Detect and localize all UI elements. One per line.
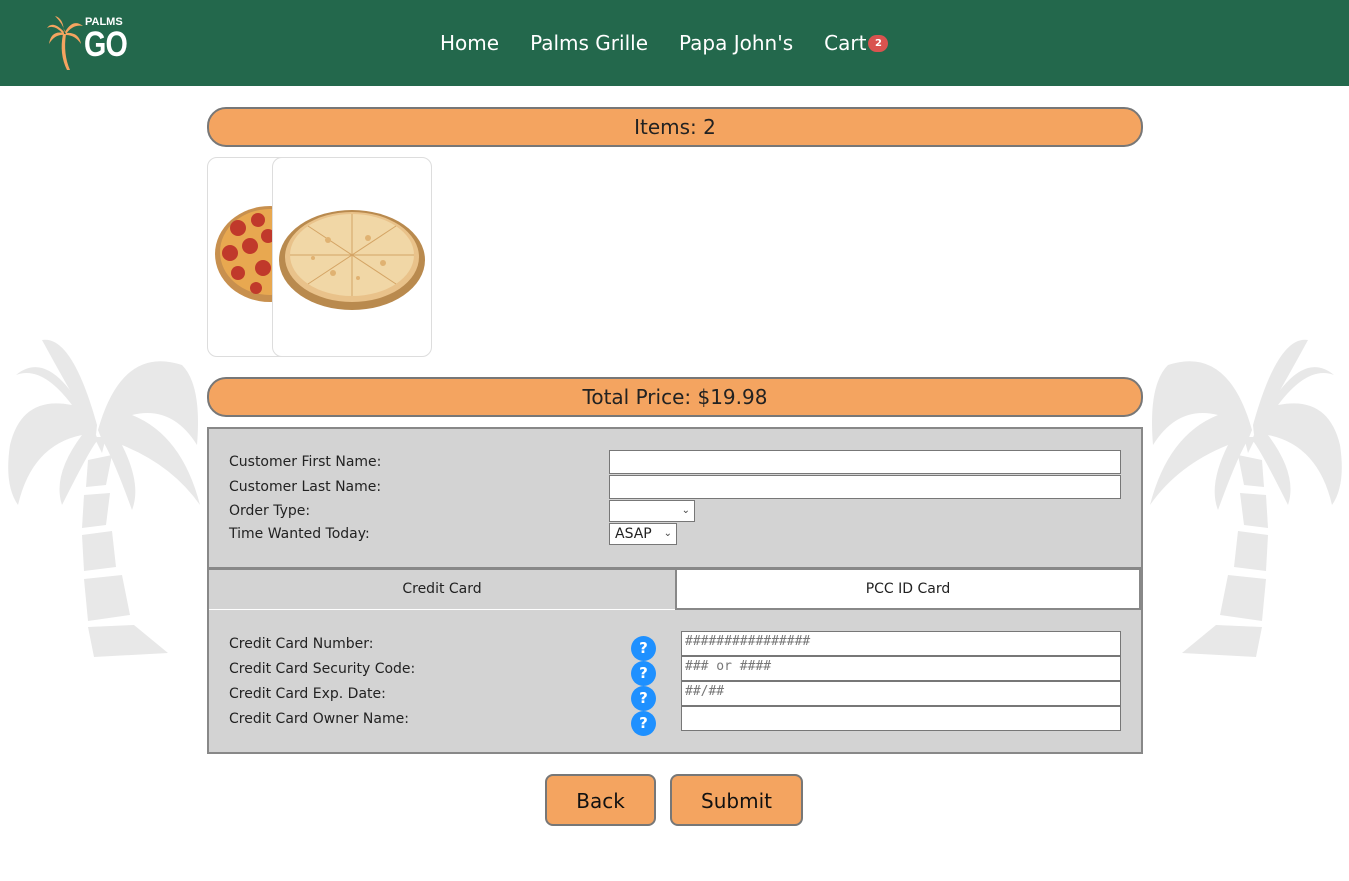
- chevron-down-icon: ⌄: [663, 528, 672, 539]
- cheese-pizza-image: [279, 210, 425, 310]
- cc-number-input[interactable]: ################: [681, 631, 1121, 656]
- palms-go-logo[interactable]: PALMS GO: [45, 14, 128, 72]
- checkout-form-panel: Customer First Name: Customer Last Name:…: [207, 427, 1143, 754]
- help-icon[interactable]: ?: [631, 711, 656, 736]
- nav-home-link[interactable]: Home: [440, 31, 499, 55]
- items-count-bar: Items: 2: [207, 107, 1143, 147]
- back-button[interactable]: Back: [545, 774, 656, 826]
- logo-text-go: GO: [84, 25, 128, 64]
- chevron-down-icon: ⌄: [681, 505, 690, 516]
- tab-pcc-id-card[interactable]: PCC ID Card: [675, 570, 1141, 610]
- last-name-input[interactable]: [609, 475, 1121, 499]
- cc-exp-input[interactable]: ##/##: [681, 681, 1121, 706]
- help-icon[interactable]: ?: [631, 636, 656, 661]
- cc-exp-label: Credit Card Exp. Date:: [229, 686, 386, 702]
- cart-item-card[interactable]: [272, 157, 432, 357]
- cc-security-input[interactable]: ### or ####: [681, 656, 1121, 681]
- total-price-bar: Total Price: $19.98: [207, 377, 1143, 417]
- order-type-label: Order Type:: [229, 503, 311, 519]
- time-wanted-label: Time Wanted Today:: [229, 526, 370, 542]
- first-name-label: Customer First Name:: [229, 454, 382, 470]
- main-nav: Home Palms Grille Papa John's Cart 2: [440, 28, 919, 58]
- last-name-label: Customer Last Name:: [229, 479, 382, 495]
- nav-cart-link[interactable]: Cart 2: [824, 31, 889, 55]
- cart-count-badge: 2: [868, 35, 889, 52]
- submit-button[interactable]: Submit: [670, 774, 803, 826]
- first-name-input[interactable]: [609, 450, 1121, 474]
- order-type-select[interactable]: ⌄: [609, 500, 695, 522]
- palm-tree-logo-icon: [47, 16, 83, 70]
- cc-owner-label: Credit Card Owner Name:: [229, 711, 409, 727]
- nav-papa-johns-link[interactable]: Papa John's: [679, 31, 793, 55]
- time-wanted-value: ASAP: [615, 526, 652, 542]
- help-icon[interactable]: ?: [631, 686, 656, 711]
- help-icon[interactable]: ?: [631, 661, 656, 686]
- background-palm-right-icon: [1150, 339, 1342, 657]
- background-palm-left-icon: [8, 339, 200, 657]
- cc-security-label: Credit Card Security Code:: [229, 661, 416, 677]
- tab-credit-card[interactable]: Credit Card: [209, 570, 675, 610]
- top-navbar: PALMS GO Home Palms Grille Papa John's C…: [0, 0, 1349, 86]
- nav-palms-grille-link[interactable]: Palms Grille: [530, 31, 648, 55]
- cart-label: Cart: [824, 31, 867, 55]
- time-wanted-select[interactable]: ASAP ⌄: [609, 523, 677, 545]
- cc-number-label: Credit Card Number:: [229, 636, 374, 652]
- cc-owner-input[interactable]: [681, 706, 1121, 731]
